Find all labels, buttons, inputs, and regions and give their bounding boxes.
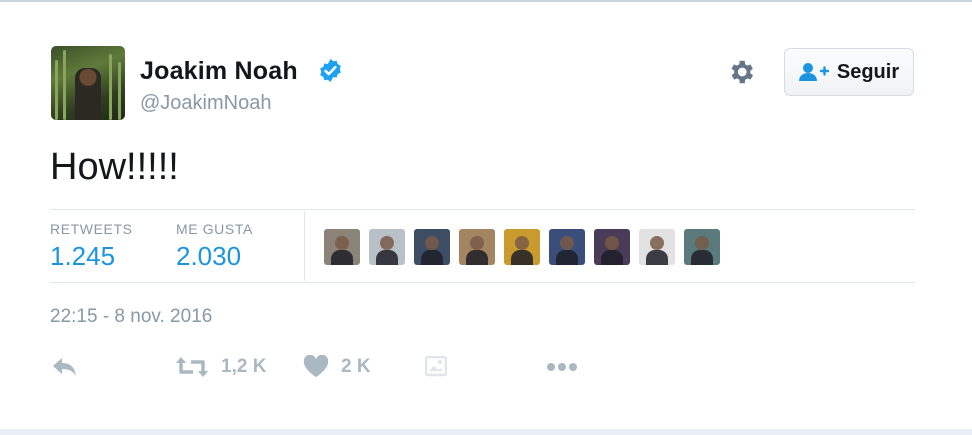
avatar-person [75, 68, 101, 120]
liker-avatar[interactable] [369, 229, 405, 265]
liker-avatar[interactable] [684, 229, 720, 265]
retweet-count: 1,2 K [221, 356, 267, 377]
avatar-grass [118, 62, 121, 120]
likers-avatars [324, 229, 720, 265]
retweets-stat[interactable]: RETWEETS 1.245 [50, 221, 133, 272]
more-icon [547, 363, 577, 371]
likes-stat[interactable]: ME GUSTA 2.030 [176, 221, 253, 272]
liker-avatar[interactable] [639, 229, 675, 265]
liker-avatar[interactable] [594, 229, 630, 265]
gear-icon[interactable] [726, 57, 756, 87]
person-add-icon [798, 63, 829, 81]
retweets-count: 1.245 [50, 241, 116, 271]
liker-avatar[interactable] [414, 229, 450, 265]
liker-avatar[interactable] [459, 229, 495, 265]
heart-icon [303, 355, 329, 377]
liker-avatar[interactable] [504, 229, 540, 265]
tweet-timestamp[interactable]: 22:15 - 8 nov. 2016 [50, 306, 212, 328]
likes-count: 2.030 [176, 241, 242, 271]
retweets-label: RETWEETS [50, 221, 133, 237]
top-border [0, 0, 972, 2]
avatar-grass [63, 50, 66, 120]
liker-avatar[interactable] [324, 229, 360, 265]
stats-divider-vertical [304, 211, 305, 281]
image-icon [425, 356, 447, 377]
tweet-text: How!!!!! [50, 146, 179, 188]
like-count: 2 K [341, 356, 371, 377]
stats-divider-top [50, 209, 915, 210]
avatar[interactable] [51, 46, 125, 120]
liker-avatar[interactable] [549, 229, 585, 265]
reply-button[interactable] [50, 352, 80, 382]
verified-badge-icon [320, 59, 341, 82]
bottom-border [0, 429, 972, 435]
more-button[interactable] [546, 352, 578, 382]
reply-icon [53, 358, 76, 376]
like-button[interactable]: 2 K [303, 352, 371, 382]
follow-button[interactable]: Seguir [784, 48, 914, 96]
retweet-icon [176, 357, 208, 377]
stats-divider-bottom [50, 282, 915, 283]
likes-label: ME GUSTA [176, 221, 253, 237]
avatar-grass [109, 54, 112, 120]
avatar-grass [55, 60, 58, 120]
user-handle[interactable]: @JoakimNoah [140, 92, 271, 115]
retweet-button[interactable]: 1,2 K [175, 352, 266, 382]
user-name[interactable]: Joakim Noah [140, 57, 298, 86]
follow-button-label: Seguir [836, 60, 900, 83]
media-button[interactable] [425, 352, 447, 382]
